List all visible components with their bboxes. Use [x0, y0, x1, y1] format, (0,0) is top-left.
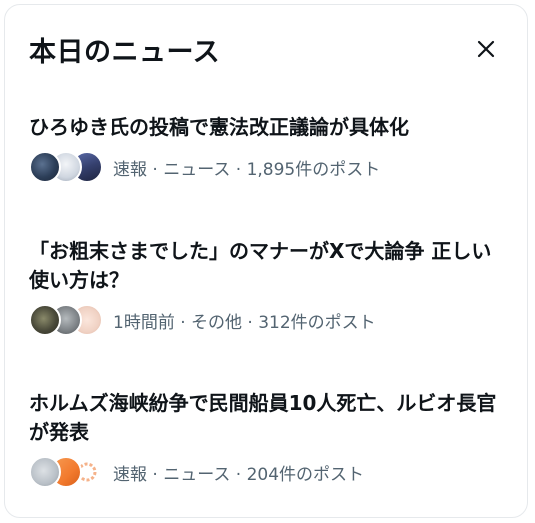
- news-meta: 速報 · ニュース · 1,895件のポスト: [29, 150, 503, 184]
- news-meta: 1時間前 · その他 · 312件のポスト: [29, 303, 503, 337]
- avatar: [29, 456, 61, 488]
- news-item-1[interactable]: ひろゆき氏の投稿で憲法改正議論が具体化 速報 · ニュース · 1,895件のポ…: [29, 113, 503, 184]
- avatar-group: [29, 151, 105, 183]
- news-headline[interactable]: 「お粗末さまでした」のマナーがXで大論争 正しい使い方は？: [29, 237, 503, 295]
- news-meta-text: 速報 · ニュース · 1,895件のポスト: [113, 159, 381, 180]
- news-item-2[interactable]: 「お粗末さまでした」のマナーがXで大論争 正しい使い方は？ 1時間前 · その他…: [29, 237, 503, 337]
- news-meta-text: 速報 · ニュース · 204件のポスト: [113, 464, 365, 485]
- news-meta-text: 1時間前 · その他 · 312件のポスト: [113, 312, 376, 333]
- news-item-3[interactable]: ホルムズ海峡紛争で民間船員10人死亡、ルビオ長官が発表 速報 · ニュース · …: [29, 389, 503, 489]
- close-button[interactable]: [469, 32, 503, 66]
- avatar-group: [29, 456, 105, 488]
- avatar-group: [29, 304, 105, 336]
- news-panel: 本日のニュース ひろゆき氏の投稿で憲法改正議論が具体化 速報 · ニュース · …: [4, 4, 528, 518]
- news-headline[interactable]: ホルムズ海峡紛争で民間船員10人死亡、ルビオ長官が発表: [29, 389, 503, 447]
- close-icon: [477, 40, 495, 58]
- news-meta: 速報 · ニュース · 204件のポスト: [29, 455, 503, 489]
- panel-title: 本日のニュース: [29, 36, 221, 68]
- news-headline[interactable]: ひろゆき氏の投稿で憲法改正議論が具体化: [29, 113, 503, 142]
- panel-header: 本日のニュース: [29, 29, 503, 69]
- avatar: [29, 304, 61, 336]
- avatar: [29, 151, 61, 183]
